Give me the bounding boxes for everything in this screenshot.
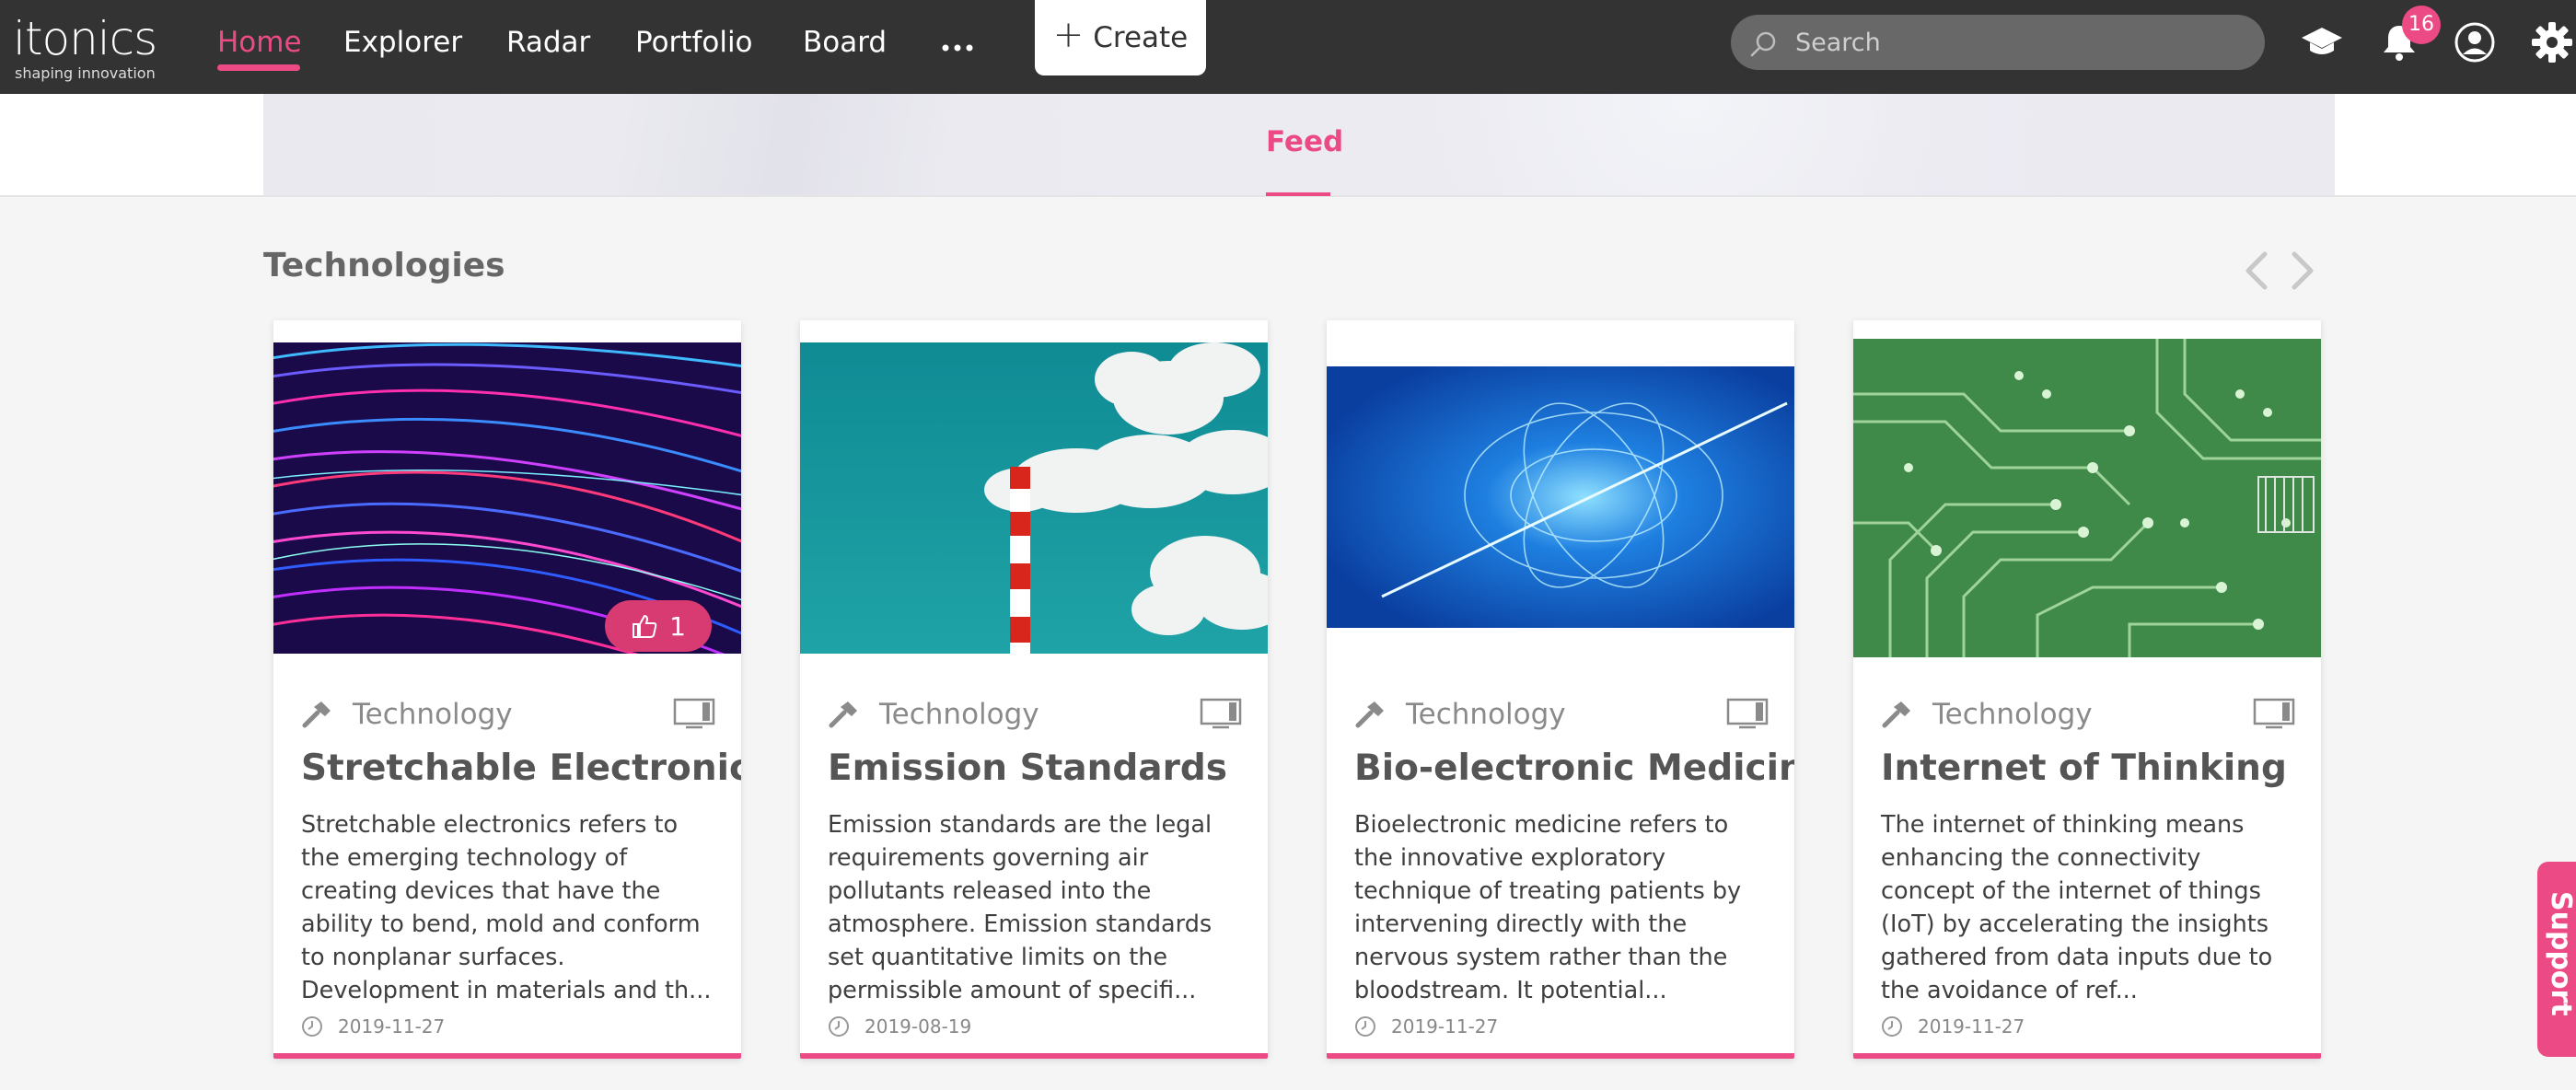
itonics-logo[interactable]: itonics shaping innovation	[13, 12, 169, 82]
nav-portfolio[interactable]: Portfolio	[635, 20, 753, 64]
create-label: Create	[1093, 21, 1189, 54]
clock-icon	[1882, 1016, 1902, 1037]
card-type-label: Technology	[353, 698, 513, 731]
card-type-label: Technology	[1932, 698, 2093, 731]
nav-active-indicator	[217, 64, 300, 71]
monitor-icon[interactable]	[1726, 698, 1769, 729]
search-icon	[1750, 31, 1776, 57]
nav-radar[interactable]: Radar	[506, 20, 590, 64]
top-navigation-bar: itonics shaping innovation Home Explorer…	[0, 0, 2576, 94]
card-description: Stretchable electronics refers to the em…	[301, 811, 712, 1004]
hero-decoration	[374, 94, 1202, 195]
card-description: The internet of thinking means enhancing…	[1881, 811, 2273, 1004]
thumbs-up-icon	[632, 614, 657, 638]
tab-feed[interactable]: Feed	[1266, 125, 1343, 158]
like-count: 1	[669, 610, 686, 642]
ellipsis-icon[interactable]	[941, 24, 974, 61]
card-image	[1327, 366, 1794, 628]
card-description: Bioelectronic medicine refers to the inn…	[1354, 811, 1742, 1004]
card-type-label: Technology	[1406, 698, 1566, 731]
logo-wordmark: itonics	[13, 12, 157, 65]
gear-icon[interactable]	[2530, 20, 2574, 64]
chevron-left-icon[interactable]	[2241, 249, 2272, 293]
logo-tagline: shaping innovation	[15, 64, 156, 82]
card-image	[1853, 339, 2321, 657]
hammer-icon	[302, 702, 331, 728]
monitor-icon[interactable]	[673, 698, 715, 729]
nav-home[interactable]: Home	[217, 20, 302, 64]
clock-icon	[302, 1016, 322, 1037]
hammer-icon	[1882, 702, 1910, 728]
notification-count-badge: 16	[2402, 6, 2441, 44]
search-box[interactable]	[1731, 15, 2265, 70]
technology-card[interactable]: Technology Emission Standards Emission s…	[800, 320, 1268, 1059]
technology-card[interactable]: 1 Technology Stretchable Electronics Str…	[273, 320, 741, 1059]
card-title[interactable]: Stretchable Electronics	[301, 748, 741, 789]
card-image	[800, 342, 1268, 654]
hammer-icon	[1355, 702, 1384, 728]
card-description: Emission standards are the legal require…	[828, 811, 1213, 1004]
card-title[interactable]: Internet of Thinking	[1881, 748, 2287, 789]
graduation-cap-icon[interactable]	[2300, 20, 2344, 64]
hammer-icon	[829, 702, 857, 728]
card-date: 2019-11-27	[1918, 1015, 2025, 1038]
user-circle-icon[interactable]	[2453, 20, 2497, 64]
nav-board[interactable]: Board	[803, 20, 887, 64]
nav-explorer[interactable]: Explorer	[343, 20, 462, 64]
monitor-icon[interactable]	[1200, 698, 1242, 729]
support-tab[interactable]: Support	[2537, 862, 2576, 1057]
card-type-row: Technology	[1881, 696, 2295, 733]
card-date: 2019-08-19	[864, 1015, 972, 1038]
section-title: Technologies	[263, 247, 505, 284]
card-type-row: Technology	[1354, 696, 1769, 733]
hero-decoration	[1368, 94, 2013, 195]
card-type-row: Technology	[828, 696, 1242, 733]
card-title[interactable]: Bio-electronic Medicine	[1354, 748, 1794, 789]
monitor-icon[interactable]	[2253, 698, 2295, 729]
card-date: 2019-11-27	[338, 1015, 446, 1038]
technology-card[interactable]: Technology Bio-electronic Medicine Bioel…	[1327, 320, 1794, 1059]
clock-icon	[1355, 1016, 1375, 1037]
support-label: Support	[2545, 891, 2576, 1016]
plus-icon: +	[1052, 14, 1085, 56]
clock-icon	[829, 1016, 849, 1037]
card-date: 2019-11-27	[1391, 1015, 1499, 1038]
technology-card[interactable]: Technology Internet of Thinking The inte…	[1853, 320, 2321, 1059]
card-title[interactable]: Emission Standards	[828, 748, 1227, 789]
tab-active-indicator	[1266, 192, 1330, 196]
search-input[interactable]	[1795, 15, 2237, 70]
create-button[interactable]: + Create	[1035, 0, 1206, 75]
chevron-right-icon[interactable]	[2287, 249, 2318, 293]
card-type-row: Technology	[301, 696, 715, 733]
card-type-label: Technology	[879, 698, 1039, 731]
like-button[interactable]: 1	[605, 600, 712, 652]
